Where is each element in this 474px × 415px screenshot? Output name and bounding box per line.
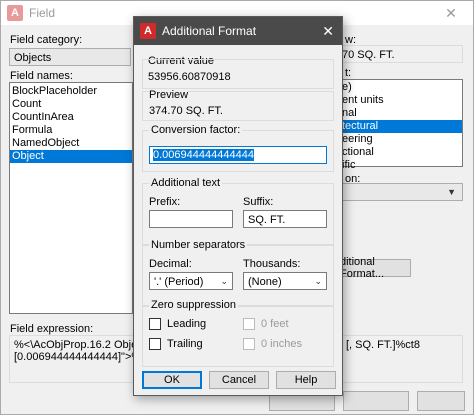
field-names-list[interactable]: BlockPlaceholder Count CountInArea Formu… bbox=[9, 82, 133, 314]
close-icon[interactable]: ✕ bbox=[322, 23, 334, 40]
zero-feet-checkbox[interactable] bbox=[243, 318, 255, 330]
help-button-label: Help bbox=[294, 374, 318, 386]
zero-feet-label: 0 feet bbox=[261, 318, 289, 330]
leading-label: Leading bbox=[167, 318, 207, 330]
suffix-label: Suffix: bbox=[243, 196, 274, 208]
list-item-selected[interactable]: Object bbox=[10, 150, 132, 163]
conversion-factor-label: Conversion factor: bbox=[149, 124, 243, 136]
precision-select-partial[interactable]: ▼ bbox=[339, 183, 463, 201]
list-item-selected[interactable]: tectural bbox=[340, 120, 462, 133]
thousands-value: (None) bbox=[248, 276, 282, 288]
additional-format-button-label: ditional Format... bbox=[340, 256, 385, 280]
thousands-label: Thousands: bbox=[243, 258, 301, 270]
preview-section: Preview 374.70 SQ. FT. bbox=[142, 89, 334, 121]
bg-help-button-partial[interactable] bbox=[417, 391, 465, 411]
preview-value: 374.70 SQ. FT. bbox=[149, 105, 223, 117]
list-item[interactable]: BlockPlaceholder bbox=[10, 85, 132, 98]
thousands-select[interactable]: (None) ⌄ bbox=[243, 272, 327, 290]
list-item[interactable]: e) bbox=[340, 81, 462, 94]
number-separators-label: Number separators bbox=[149, 239, 248, 251]
field-expression-right: [, SQ. FT.]%ct8 bbox=[346, 339, 420, 351]
additional-text-label: Additional text bbox=[149, 177, 223, 189]
list-item[interactable]: eering bbox=[340, 133, 462, 146]
chevron-down-icon: ⌄ bbox=[314, 276, 322, 286]
list-item[interactable]: Formula bbox=[10, 124, 132, 137]
conversion-factor-value: 0.006944444444444 bbox=[153, 149, 254, 161]
zero-suppression-section: Zero suppression Leading 0 feet Trailing… bbox=[142, 299, 334, 367]
autocad-logo-icon: A bbox=[7, 5, 23, 21]
ok-button[interactable]: OK bbox=[142, 371, 202, 389]
field-category-label: Field category: bbox=[10, 34, 83, 46]
list-item[interactable]: Count bbox=[10, 98, 132, 111]
cancel-button[interactable]: Cancel bbox=[209, 371, 269, 389]
decimal-value: '.' (Period) bbox=[154, 276, 204, 288]
prefix-label: Prefix: bbox=[149, 196, 181, 208]
help-button[interactable]: Help bbox=[276, 371, 336, 389]
conversion-factor-input[interactable]: 0.006944444444444 bbox=[149, 146, 327, 164]
chevron-down-icon: ▼ bbox=[447, 187, 456, 197]
ok-button-label: OK bbox=[164, 374, 180, 386]
number-separators-section: Number separators Decimal: '.' (Period) … bbox=[142, 239, 334, 307]
list-item[interactable]: CountInArea bbox=[10, 111, 132, 124]
decimal-select[interactable]: '.' (Period) ⌄ bbox=[149, 272, 233, 290]
field-names-label: Field names: bbox=[10, 70, 73, 82]
list-item[interactable]: ific bbox=[340, 159, 462, 172]
autocad-logo-icon: A bbox=[140, 23, 156, 39]
close-icon[interactable]: ✕ bbox=[429, 1, 473, 25]
cancel-button-label: Cancel bbox=[221, 374, 257, 386]
additional-text-section: Additional text Prefix: Suffix: SQ. FT. bbox=[142, 177, 334, 245]
list-item[interactable]: ent units bbox=[340, 94, 462, 107]
format-list-partial[interactable]: e) ent units nal tectural eering ctional… bbox=[339, 79, 463, 171]
suffix-input[interactable]: SQ. FT. bbox=[243, 210, 327, 228]
additional-format-dialog: A Additional Format ✕ Current value 5395… bbox=[133, 16, 343, 396]
preview-value-partial: 70 SQ. FT. bbox=[342, 49, 395, 61]
leading-checkbox[interactable] bbox=[149, 318, 161, 330]
trailing-label: Trailing bbox=[167, 338, 203, 350]
conversion-factor-section: Conversion factor: 0.006944444444444 bbox=[142, 124, 334, 172]
field-window-title: Field bbox=[29, 6, 56, 20]
list-item[interactable]: ctional bbox=[340, 146, 462, 159]
decimal-label: Decimal: bbox=[149, 258, 192, 270]
field-expression-label: Field expression: bbox=[10, 323, 94, 335]
bg-cancel-button-partial[interactable] bbox=[343, 391, 409, 411]
zero-inches-checkbox[interactable] bbox=[243, 338, 255, 350]
prefix-input[interactable] bbox=[149, 210, 233, 228]
list-item[interactable]: NamedObject bbox=[10, 137, 132, 150]
suffix-value: SQ. FT. bbox=[248, 214, 286, 226]
field-category-select[interactable]: Objects bbox=[9, 48, 131, 66]
chevron-down-icon: ⌄ bbox=[220, 276, 228, 286]
additional-format-button[interactable]: ditional Format... bbox=[339, 256, 411, 280]
dialog-title: Additional Format bbox=[162, 24, 257, 38]
trailing-checkbox[interactable] bbox=[149, 338, 161, 350]
field-category-value: Objects bbox=[14, 52, 52, 64]
preview-label: Preview bbox=[149, 89, 189, 101]
zero-suppression-label: Zero suppression bbox=[149, 299, 238, 311]
zero-inches-label: 0 inches bbox=[261, 338, 302, 350]
preview-field-partial: 70 SQ. FT. bbox=[339, 45, 463, 63]
dialog-titlebar: A Additional Format ✕ bbox=[134, 17, 342, 45]
current-value-frame bbox=[142, 59, 334, 89]
format-label-partial: t: bbox=[345, 67, 352, 79]
list-item[interactable]: nal bbox=[340, 107, 462, 120]
